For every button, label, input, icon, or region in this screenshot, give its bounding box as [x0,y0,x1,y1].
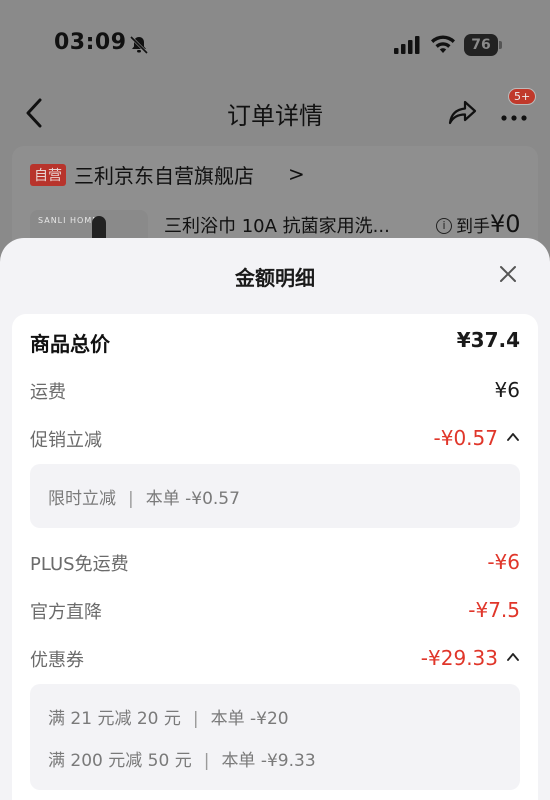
share-icon[interactable] [446,96,480,130]
promotion-detail-line: 限时立减 | 本单 -¥0.57 [48,484,240,509]
plus-free-shipping-row: PLUS免运费 -¥6 [30,550,520,578]
wifi-icon [431,35,455,53]
battery-level: 76 [464,34,498,56]
coupon-detail-box: 满 21 元减 20 元 | 本单 -¥20 满 200 元减 50 元 | 本单 -¥… [30,684,520,790]
detail-name: 限时立减 [48,489,116,509]
row-value: -¥29.33 [420,646,498,670]
row-label: 运费 [30,382,66,403]
promotion-detail-box: 限时立减 | 本单 -¥0.57 [30,464,520,528]
row-value: -¥7.5 [468,598,520,622]
detail-separator: | [203,751,210,771]
row-label: 促销立减 [30,430,102,451]
amount-detail-card: 商品总价 ¥37.4 运费 ¥6 促销立减 -¥0.57 限时立减 | 本单 -¥0… [12,314,538,800]
row-value: -¥0.57 [433,426,498,450]
sheet-title: 金额明细 [235,266,315,290]
battery-tip [499,41,502,49]
caret-up-icon[interactable] [506,430,520,444]
row-value: ¥6 [494,378,520,402]
detail-amount: 本单 -¥0.57 [145,489,240,509]
row-label: 官方直降 [30,602,102,623]
detail-separator: | [128,489,134,509]
shipping-row: 运费 ¥6 [30,378,520,406]
detail-name: 满 21 元减 20 元 [48,709,181,729]
official-discount-row: 官方直降 -¥7.5 [30,598,520,626]
info-icon[interactable]: i [436,218,452,234]
signal-icon [394,36,420,54]
bell-slash-icon [129,35,149,55]
caret-up-icon[interactable] [506,650,520,664]
row-label: 商品总价 [30,332,110,356]
store-name[interactable]: 三利京东自营旗舰店 [74,160,254,189]
detail-amount: 本单 -¥20 [210,709,289,729]
coupon-row[interactable]: 优惠券 -¥29.33 [30,646,520,674]
status-bar: 03:09 76 [0,0,550,90]
nav-bar: 订单详情 5+ [0,88,550,138]
amount-detail-sheet: 金额明细 商品总价 ¥37.4 运费 ¥6 促销立减 -¥0.57 限时立减 | 本… [0,238,550,800]
status-time: 03:09 [54,30,127,55]
promotion-row[interactable]: 促销立减 -¥0.57 [30,426,520,454]
row-value: ¥37.4 [456,328,520,352]
price-value: ¥0 [490,210,521,238]
thumbnail-brand-text: SANLI HOME [38,216,99,225]
product-price: 到手¥0 [456,210,521,238]
self-operated-badge: 自营 [30,164,66,186]
row-label: 优惠券 [30,650,84,671]
goods-total-row: 商品总价 ¥37.4 [30,328,520,356]
chevron-right-icon[interactable]: > [288,162,305,186]
notification-badge: 5+ [508,88,537,105]
detail-name: 满 200 元减 50 元 [48,751,192,771]
battery-icon: 76 [464,34,504,56]
row-value: -¥6 [487,550,520,574]
close-icon[interactable] [496,262,520,286]
price-prefix: 到手 [456,217,490,237]
row-label: PLUS免运费 [30,554,129,575]
detail-separator: | [192,709,199,729]
coupon-detail-line: 满 200 元减 50 元 | 本单 -¥9.33 [48,746,316,771]
coupon-detail-line: 满 21 元减 20 元 | 本单 -¥20 [48,704,289,729]
product-name[interactable]: 三利浴巾 10A 抗菌家用洗... [164,212,390,238]
detail-amount: 本单 -¥9.33 [221,751,316,771]
